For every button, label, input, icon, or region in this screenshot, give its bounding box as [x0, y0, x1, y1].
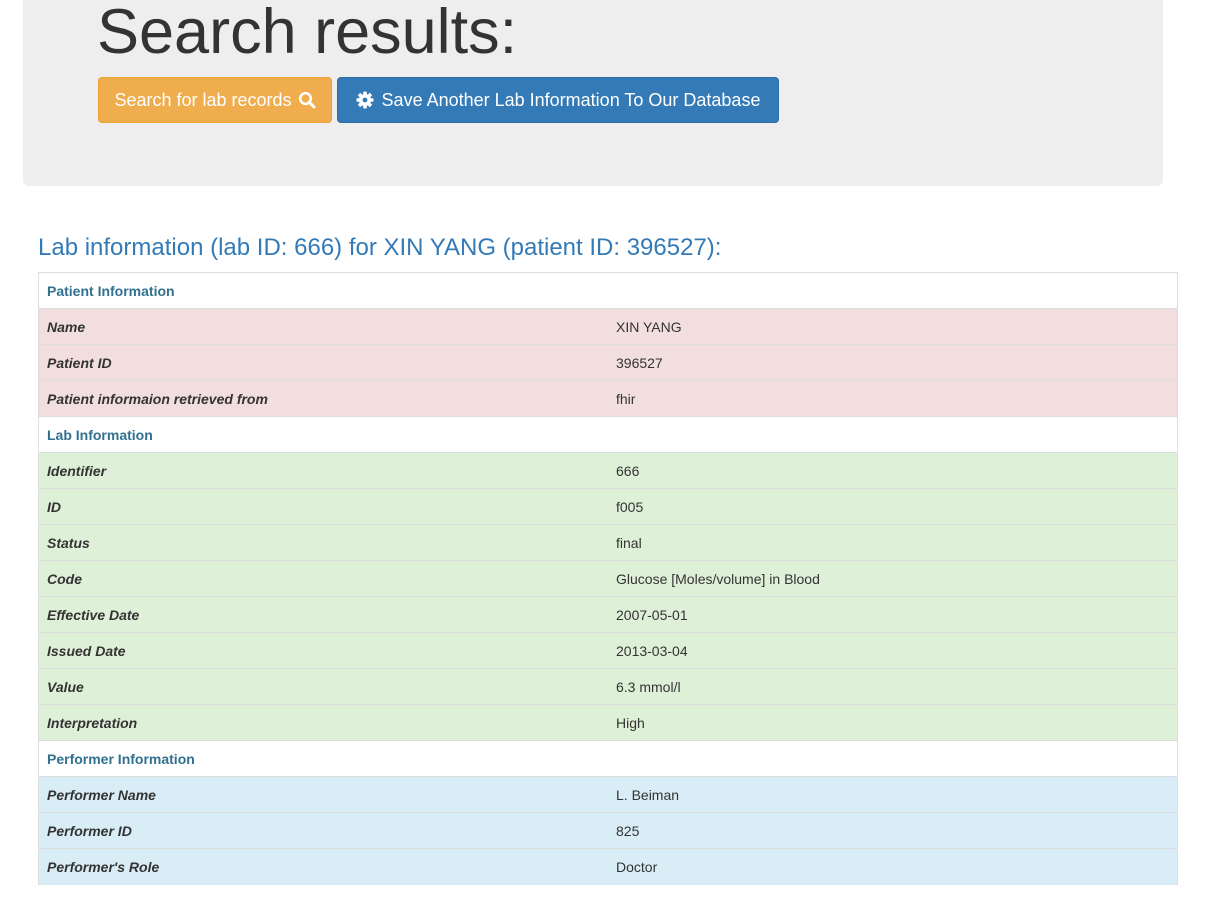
row-value: fhir [608, 380, 1178, 417]
row-value: 666 [608, 452, 1178, 489]
table-row: Patient ID 396527 [38, 344, 1178, 381]
search-lab-records-button[interactable]: Search for lab records [98, 77, 332, 123]
row-label: Status [38, 524, 608, 561]
lab-information-table: Patient Information Name XIN YANG Patien… [38, 272, 1178, 885]
section-title: Performer Information [38, 740, 1178, 777]
table-row: Performer's Role Doctor [38, 848, 1178, 885]
row-label: Performer Name [38, 776, 608, 813]
table-row: Performer ID 825 [38, 812, 1178, 849]
row-label: Performer ID [38, 812, 608, 849]
row-label: Interpretation [38, 704, 608, 741]
gear-icon [356, 91, 374, 109]
section-header-patient: Patient Information [38, 272, 1178, 309]
table-row: Identifier 666 [38, 452, 1178, 489]
table-row: Status final [38, 524, 1178, 561]
search-icon [298, 91, 316, 109]
row-label: Code [38, 560, 608, 597]
row-label: Patient informaion retrieved from [38, 380, 608, 417]
row-value: Doctor [608, 848, 1178, 885]
table-row: Name XIN YANG [38, 308, 1178, 345]
row-label: Patient ID [38, 344, 608, 381]
section-title: Patient Information [38, 272, 1178, 309]
save-lab-information-button[interactable]: Save Another Lab Information To Our Data… [337, 77, 779, 123]
table-row: Interpretation High [38, 704, 1178, 741]
row-label: Effective Date [38, 596, 608, 633]
row-label: Issued Date [38, 632, 608, 669]
row-value: 2013-03-04 [608, 632, 1178, 669]
row-value: XIN YANG [608, 308, 1178, 345]
search-button-label: Search for lab records [114, 90, 292, 110]
lab-information-heading: Lab information (lab ID: 666) for XIN YA… [38, 234, 722, 261]
row-value: L. Beiman [608, 776, 1178, 813]
row-value: f005 [608, 488, 1178, 525]
page-title: Search results: [97, 0, 518, 67]
row-value: 825 [608, 812, 1178, 849]
row-value: final [608, 524, 1178, 561]
section-header-performer: Performer Information [38, 740, 1178, 777]
table-row: Code Glucose [Moles/volume] in Blood [38, 560, 1178, 597]
row-label: Performer's Role [38, 848, 608, 885]
table-row: Value 6.3 mmol/l [38, 668, 1178, 705]
row-label: Name [38, 308, 608, 345]
table-row: ID f005 [38, 488, 1178, 525]
table-row: Patient informaion retrieved from fhir [38, 380, 1178, 417]
row-value: High [608, 704, 1178, 741]
row-label: Identifier [38, 452, 608, 489]
row-value: 6.3 mmol/l [608, 668, 1178, 705]
save-button-label: Save Another Lab Information To Our Data… [381, 90, 761, 110]
row-value: 396527 [608, 344, 1178, 381]
section-title: Lab Information [38, 416, 1178, 453]
table-row: Effective Date 2007-05-01 [38, 596, 1178, 633]
row-label: ID [38, 488, 608, 525]
row-label: Value [38, 668, 608, 705]
table-row: Issued Date 2013-03-04 [38, 632, 1178, 669]
table-row: Performer Name L. Beiman [38, 776, 1178, 813]
row-value: Glucose [Moles/volume] in Blood [608, 560, 1178, 597]
row-value: 2007-05-01 [608, 596, 1178, 633]
section-header-lab: Lab Information [38, 416, 1178, 453]
